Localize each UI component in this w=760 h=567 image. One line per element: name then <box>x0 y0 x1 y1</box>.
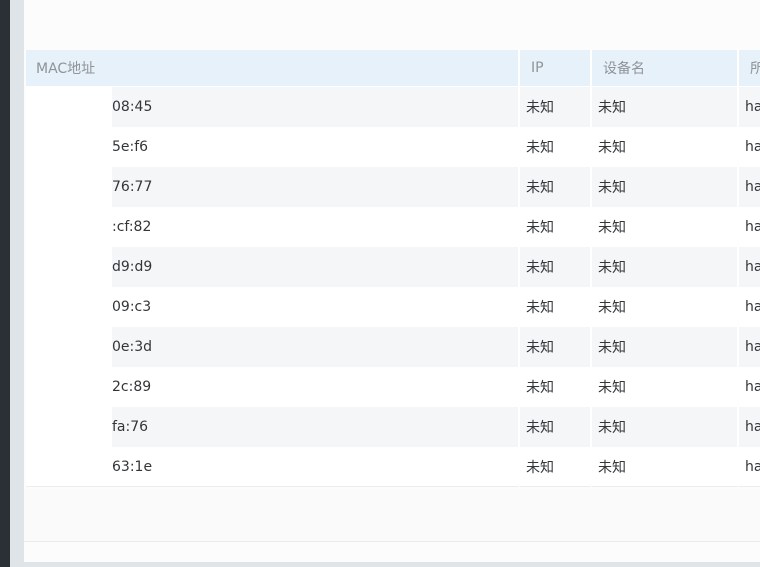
mac-cell: 63:1e <box>26 447 520 487</box>
column-header-ip[interactable]: IP <box>520 50 592 87</box>
device-name-cell: 未知 <box>592 287 739 327</box>
mac-cell: 76:77 <box>26 167 520 207</box>
page-root: MAC地址 IP 设备名 所 08:45 未知 未知 ha 5e:f6 未知 未… <box>0 0 760 567</box>
mac-redaction-mask <box>26 407 112 447</box>
mac-redaction-mask <box>26 367 112 407</box>
mac-cell: fa:76 <box>26 407 520 447</box>
mac-address-text: d9:d9 <box>112 259 153 275</box>
ip-cell: 未知 <box>520 127 592 167</box>
ip-cell: 未知 <box>520 447 592 487</box>
mac-redaction-mask <box>26 167 112 207</box>
mac-redaction-mask <box>26 247 112 287</box>
ip-cell: 未知 <box>520 247 592 287</box>
device-name-cell: 未知 <box>592 367 739 407</box>
extra-cell: ha <box>739 207 760 247</box>
ip-cell: 未知 <box>520 367 592 407</box>
page-gutter <box>10 0 24 567</box>
table-row[interactable]: 63:1e 未知 未知 ha <box>26 447 760 487</box>
ip-cell: 未知 <box>520 287 592 327</box>
mac-address-text: :cf:82 <box>112 219 152 235</box>
table-header-row: MAC地址 IP 设备名 所 <box>26 50 760 87</box>
table-row[interactable]: d9:d9 未知 未知 ha <box>26 247 760 287</box>
table-body: 08:45 未知 未知 ha 5e:f6 未知 未知 ha 76:77 未知 未… <box>26 87 760 487</box>
mac-redaction-mask <box>26 207 112 247</box>
column-header-device-name[interactable]: 设备名 <box>592 50 739 87</box>
mac-cell: 0e:3d <box>26 327 520 367</box>
device-name-cell: 未知 <box>592 87 739 127</box>
extra-cell: ha <box>739 127 760 167</box>
mac-redaction-mask <box>26 327 112 367</box>
mac-cell: :cf:82 <box>26 207 520 247</box>
mac-redaction-mask <box>26 127 112 167</box>
table-footer-area <box>24 490 760 541</box>
mac-address-text: 09:c3 <box>112 299 152 315</box>
extra-cell: ha <box>739 167 760 207</box>
ip-cell: 未知 <box>520 87 592 127</box>
column-header-extra[interactable]: 所 <box>739 50 760 87</box>
bottom-gutter <box>24 562 760 567</box>
table-row[interactable]: 08:45 未知 未知 ha <box>26 87 760 127</box>
mac-redaction-mask <box>26 87 112 127</box>
ip-cell: 未知 <box>520 327 592 367</box>
mac-address-text: fa:76 <box>112 419 149 435</box>
device-name-cell: 未知 <box>592 167 739 207</box>
panel-divider <box>24 541 760 542</box>
mac-redaction-mask <box>26 287 112 327</box>
device-name-cell: 未知 <box>592 127 739 167</box>
table-row[interactable]: :cf:82 未知 未知 ha <box>26 207 760 247</box>
mac-redaction-mask <box>26 447 112 486</box>
device-name-cell: 未知 <box>592 207 739 247</box>
extra-cell: ha <box>739 407 760 447</box>
mac-cell: 08:45 <box>26 87 520 127</box>
sidebar-edge <box>0 0 10 567</box>
table-header: MAC地址 IP 设备名 所 <box>26 50 760 87</box>
device-name-cell: 未知 <box>592 407 739 447</box>
ip-cell: 未知 <box>520 207 592 247</box>
device-name-cell: 未知 <box>592 447 739 487</box>
table-row[interactable]: 0e:3d 未知 未知 ha <box>26 327 760 367</box>
table-row[interactable]: 2c:89 未知 未知 ha <box>26 367 760 407</box>
extra-cell: ha <box>739 287 760 327</box>
mac-cell: d9:d9 <box>26 247 520 287</box>
device-name-cell: 未知 <box>592 247 739 287</box>
extra-cell: ha <box>739 87 760 127</box>
ip-cell: 未知 <box>520 167 592 207</box>
mac-address-text: 76:77 <box>112 179 153 195</box>
column-header-mac[interactable]: MAC地址 <box>26 50 520 87</box>
mac-address-text: 63:1e <box>112 458 153 475</box>
mac-cell: 2c:89 <box>26 367 520 407</box>
device-list-panel: MAC地址 IP 设备名 所 08:45 未知 未知 ha 5e:f6 未知 未… <box>24 0 760 562</box>
device-table: MAC地址 IP 设备名 所 08:45 未知 未知 ha 5e:f6 未知 未… <box>26 50 760 487</box>
mac-address-text: 2c:89 <box>112 379 152 395</box>
extra-cell: ha <box>739 247 760 287</box>
table-row[interactable]: 09:c3 未知 未知 ha <box>26 287 760 327</box>
ip-cell: 未知 <box>520 407 592 447</box>
table-row[interactable]: fa:76 未知 未知 ha <box>26 407 760 447</box>
table-row[interactable]: 76:77 未知 未知 ha <box>26 167 760 207</box>
device-name-cell: 未知 <box>592 327 739 367</box>
mac-cell: 5e:f6 <box>26 127 520 167</box>
extra-cell: ha <box>739 367 760 407</box>
extra-cell: ha <box>739 447 760 487</box>
mac-address-text: 0e:3d <box>112 339 153 355</box>
mac-cell: 09:c3 <box>26 287 520 327</box>
mac-address-text: 08:45 <box>112 99 153 115</box>
table-row[interactable]: 5e:f6 未知 未知 ha <box>26 127 760 167</box>
extra-cell: ha <box>739 327 760 367</box>
mac-address-text: 5e:f6 <box>112 139 149 155</box>
